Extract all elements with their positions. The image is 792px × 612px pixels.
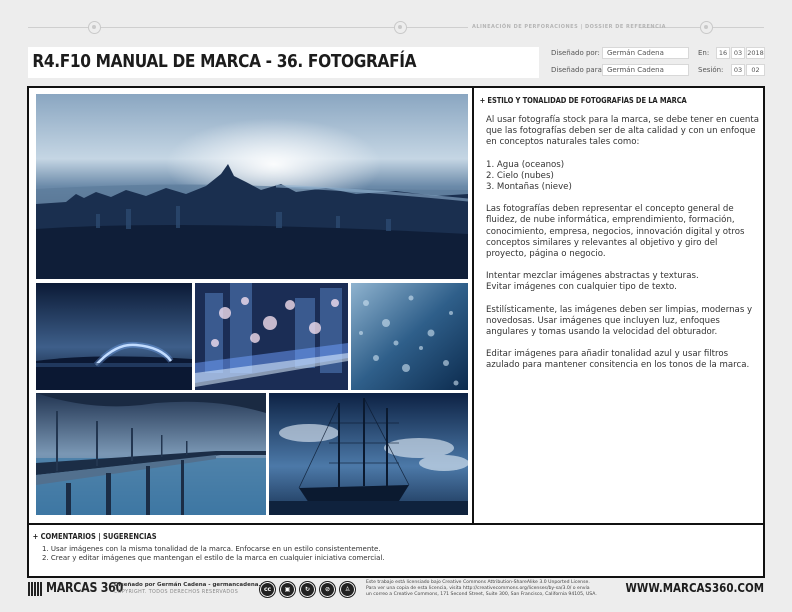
designed-by-credit: Diseñado por Germán Cadena - germancaden… [114, 582, 274, 588]
photo-bridge-over-sea [36, 393, 266, 515]
designed-by-label: Diseñado por: [551, 49, 600, 57]
side-edit-text: Editar imágenes para añadir tonalidad az… [486, 349, 750, 371]
photo-city-skyline-aerial [36, 94, 468, 279]
page-title: R4.F10 MANUAL DE MARCA - 36. FOTOGRAFÍA [32, 52, 417, 72]
photo-tall-ship-harbor [269, 393, 468, 515]
list-item: 2. Cielo (nubes) [486, 170, 554, 181]
perforation-caption: ALINEACIÓN DE PERFORACIONES | DOSSIER DE… [472, 24, 667, 30]
comments-section: + COMENTARIOS | SUGERENCIAS 1. Usar imág… [29, 523, 763, 576]
side-style-text: Estilísticamente, las imágenes deben ser… [486, 304, 753, 338]
nature-concepts-list: 1. Agua (oceanos) 2. Cielo (nubes) 3. Mo… [486, 160, 759, 194]
photo-city-bokeh-lights [195, 283, 348, 390]
cc-share-alike-icon: ↻ [299, 581, 316, 598]
page-title-box: R4.F10 MANUAL DE MARCA - 36. FOTOGRAFÍA [28, 47, 539, 78]
license-text: Este trabajo está licensiado bajo Creati… [366, 580, 616, 597]
designed-by-field[interactable]: Germán Cadena [602, 47, 689, 59]
session-a-field[interactable]: 03 [731, 64, 745, 76]
date-month-field[interactable]: 03 [731, 47, 745, 59]
designed-for-label: Diseñado para: [551, 66, 605, 74]
perforation-hole-icon [88, 21, 101, 34]
side-panel-heading: + ESTILO Y TONALIDAD DE FOTOGRAFÍAS DE L… [479, 96, 687, 105]
designed-for-field[interactable]: Germán Cadena [602, 64, 689, 76]
cc-attribution-icon: ▣ [279, 581, 296, 598]
creative-commons-icons: cc ▣ ↻ ⊘ ♙ [259, 581, 356, 598]
perforation-hole-icon [394, 21, 407, 34]
side-intro-text: Al usar fotografía stock para la marca, … [486, 115, 760, 148]
copyright-text: COPYRIGHT. TODOS DERECHOS RESERVADOS [114, 590, 239, 595]
photo-grid [29, 88, 474, 523]
side-concepts-text: Las fotografías deben representar el con… [486, 204, 745, 260]
session-b-field[interactable]: 02 [746, 64, 765, 76]
date-year-field[interactable]: 2018 [746, 47, 765, 59]
session-label: Sesión: [698, 66, 724, 74]
cc-noncommercial-icon: ⊘ [319, 581, 336, 598]
comments-heading: + COMENTARIOS | SUGERENCIAS [32, 532, 157, 541]
brand-logo-text: MARCAS 360 [46, 581, 124, 596]
license-line: un correo a Creative Commons, 171 Second… [366, 591, 597, 597]
date-day-field[interactable]: 16 [716, 47, 730, 59]
list-item: 1. Agua (oceanos) [486, 159, 565, 170]
avoid-text-line: Evitar imágenes con cualquier tipo de te… [486, 282, 677, 293]
style-side-panel: + ESTILO Y TONALIDAD DE FOTOGRAFÍAS DE L… [476, 88, 763, 523]
date-label: En: [698, 49, 710, 57]
license-line: Para ver una copia de esta licencia, vis… [366, 585, 590, 591]
license-line: Este trabajo está licensiado bajo Creati… [366, 580, 590, 585]
side-mix-text: Intentar mezclar imágenes abstractas y t… [486, 271, 759, 293]
mix-abstract-line: Intentar mezclar imágenes abstractas y t… [486, 271, 699, 282]
website-link[interactable]: WWW.MARCAS360.COM [625, 581, 764, 595]
marcas360-logo-icon [28, 582, 42, 596]
photo-water-droplets [351, 283, 468, 390]
main-frame: + ESTILO Y TONALIDAD DE FOTOGRAFÍAS DE L… [27, 86, 765, 578]
cc-icon: cc [259, 581, 276, 598]
cc-person-icon: ♙ [339, 581, 356, 598]
comments-list: 1. Usar imágenes con la misma tonalidad … [29, 541, 763, 563]
perforation-hole-icon [700, 21, 713, 34]
footer: MARCAS 360 Diseñado por Germán Cadena - … [28, 580, 764, 600]
list-item: 2. Crear y editar imágenes que mantengan… [42, 553, 385, 562]
list-item: 1. Usar imágenes con la misma tonalidad … [42, 545, 381, 553]
list-item: 3. Montañas (nieve) [486, 182, 572, 193]
photo-lake-light-trail [36, 283, 192, 390]
side-panel-body: Al usar fotografía stock para la marca, … [476, 105, 763, 372]
